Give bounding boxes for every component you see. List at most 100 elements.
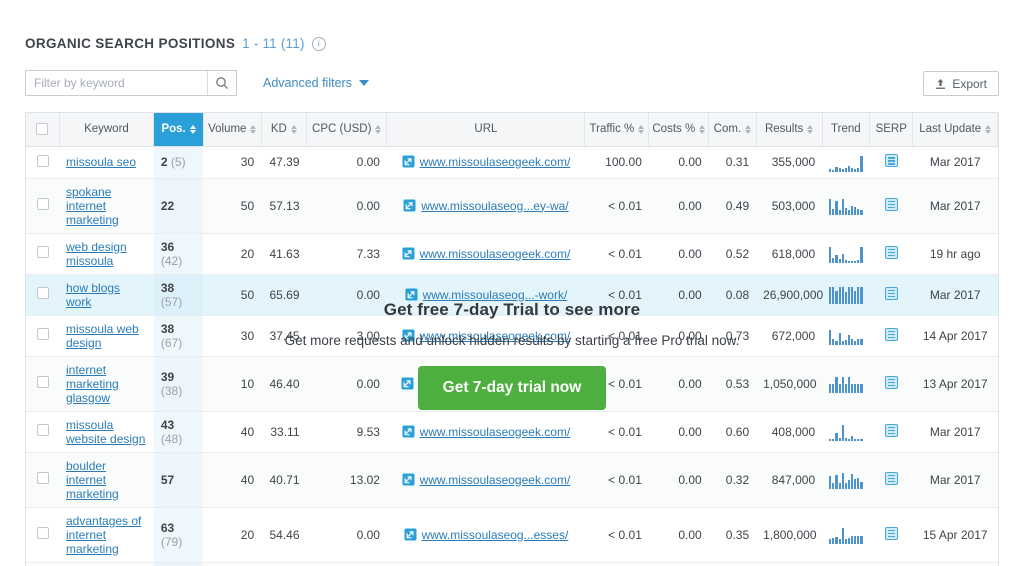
column-header-kd[interactable]: KD [261,113,308,147]
row-checkbox[interactable] [36,424,49,436]
external-link-icon [403,199,416,212]
sort-toggle-costs[interactable] [699,124,706,134]
serp-icon[interactable] [884,327,898,341]
sort-toggle-cpc[interactable] [375,124,382,134]
table-row[interactable]: advantages of internet marketing 63 (79) 2… [26,507,998,563]
url-link[interactable]: www.missoulaseogeek.com/ [420,155,571,169]
row-checkbox-cell [26,562,59,566]
url-link[interactable]: www.missoulaseog...esses/ [422,528,569,542]
serp-icon[interactable] [884,245,898,259]
url-link[interactable]: www.missoulaseogeek.com/ [420,473,571,487]
url-link[interactable]: www.missoulaseogeek.com/ [420,329,571,343]
row-checkbox[interactable] [36,287,49,299]
info-icon[interactable]: i [311,36,326,51]
serp-icon[interactable] [884,197,898,211]
export-button[interactable]: Export [923,71,999,96]
costs-cell: 0.00 [648,178,709,234]
row-checkbox[interactable] [36,154,49,167]
url-cell: www.missoulaseog...ey-wa/ [386,178,585,234]
column-header-pos[interactable]: Pos. [153,113,204,147]
row-checkbox[interactable] [36,246,49,258]
column-header-traffic[interactable]: Traffic % [584,113,650,147]
search-button[interactable] [207,71,236,95]
cpc-cell: 0.00 [306,562,387,566]
competition-cell: 0.53 [708,356,757,412]
row-checkbox[interactable] [36,328,49,340]
column-header-vol[interactable]: Volume [203,113,262,147]
sort-toggle-vol[interactable] [250,124,257,134]
costs-cell: 0.00 [648,274,709,316]
advanced-filters-toggle[interactable]: Advanced filters [263,76,369,90]
table-row[interactable]: missoula website design 43 (48) 40 33.11 9.5… [26,411,998,453]
select-all-checkbox[interactable] [36,123,49,136]
table-row[interactable]: missoula web design 38 (67) 30 37.45 3.00 www… [26,315,998,357]
sort-toggle-traffic[interactable] [638,124,645,134]
keyword-link[interactable]: how blogs work [66,281,120,309]
export-label: Export [952,76,987,91]
table-row[interactable]: missoula seo 2 (5) 30 47.39 0.00 www.missoula… [26,146,998,179]
column-header-results[interactable]: Results [756,113,823,147]
table-row[interactable]: spokane internet marketing 22 50 57.13 0.00 w… [26,178,998,234]
keyword-link[interactable]: advantages of internet marketing [66,514,141,556]
competition-cell: 0.35 [708,507,757,563]
position-previous: (57) [160,294,183,309]
serp-icon[interactable] [884,286,898,300]
trend-sparkline [829,470,863,489]
serp-icon[interactable] [884,154,898,167]
table-row[interactable]: boulder internet marketing 57 40 40.71 13.02… [26,452,998,508]
table-row[interactable]: advantage of internet marketing71 (75)10… [26,562,998,566]
position-cell: 38 (67) [153,315,204,357]
position-current: 36 [160,239,175,254]
serp-icon[interactable] [884,526,898,540]
column-header-update[interactable]: Last Update [912,113,998,147]
kd-cell: 41.63 [261,233,307,275]
competition-cell: 0.52 [708,233,757,275]
row-checkbox[interactable] [36,527,49,539]
column-header-costs[interactable]: Costs % [648,113,710,147]
column-header-com[interactable]: Com. [708,113,757,147]
last-update-cell: Mar 2017 [912,178,998,234]
position-previous: (5) [170,155,186,169]
keyword-link[interactable]: boulder internet marketing [66,459,119,501]
row-checkbox[interactable] [36,472,49,484]
serp-icon[interactable] [884,471,898,485]
keyword-link[interactable]: missoula website design [66,418,145,446]
competition-cell: 0.08 [708,274,757,316]
sort-toggle-pos[interactable] [189,124,196,134]
kd-cell: 65.69 [261,274,307,316]
sort-toggle-com[interactable] [745,124,752,134]
kd-cell: 33.11 [261,411,307,453]
serp-cell [869,315,913,357]
table-row[interactable]: web design missoula 36 (42) 20 41.63 7.33 www… [26,233,998,275]
costs-cell: 0.00 [648,507,709,563]
url-link[interactable]: www.missoulaseogeek.com/ [420,247,571,261]
column-header-cpc[interactable]: CPC (USD) [306,113,388,147]
volume-cell: 20 [203,233,262,275]
row-checkbox[interactable] [36,198,49,210]
column-header-kw: Keyword [59,113,155,147]
keyword-link[interactable]: web design missoula [66,240,127,268]
row-checkbox[interactable] [36,376,49,388]
keyword-link[interactable]: missoula seo [66,155,136,169]
serp-icon[interactable] [884,423,898,437]
url-cell: www.missoulaseogeek.com/ [386,233,585,275]
keyword-link[interactable]: missoula web design [66,322,139,350]
get-trial-button[interactable]: Get 7-day trial now [417,366,607,410]
position-cell: 22 [153,178,204,234]
kd-cell: 47.17 [261,562,307,566]
sort-toggle-results[interactable] [807,124,814,134]
sort-toggle-update[interactable] [985,124,992,134]
keyword-link[interactable]: internet marketing glasgow [66,363,119,405]
column-label: Traffic % [589,123,635,136]
url-link[interactable]: www.missoulaseog...-work/ [423,288,568,302]
serp-icon[interactable] [884,375,898,389]
row-checkbox-cell [26,356,59,412]
traffic-cell: < 0.01 [584,233,649,275]
table-row[interactable]: how blogs work 38 (57) 50 65.69 0.00 www.miss… [26,274,998,316]
keyword-link[interactable]: spokane internet marketing [66,185,119,227]
url-link[interactable]: www.missoulaseog...ey-wa/ [421,199,568,213]
search-input[interactable] [26,71,208,95]
sort-toggle-kd[interactable] [290,124,297,134]
url-link[interactable]: www.missoulaseogeek.com/ [420,425,571,439]
last-update-cell: Mar 2017 [912,411,998,453]
